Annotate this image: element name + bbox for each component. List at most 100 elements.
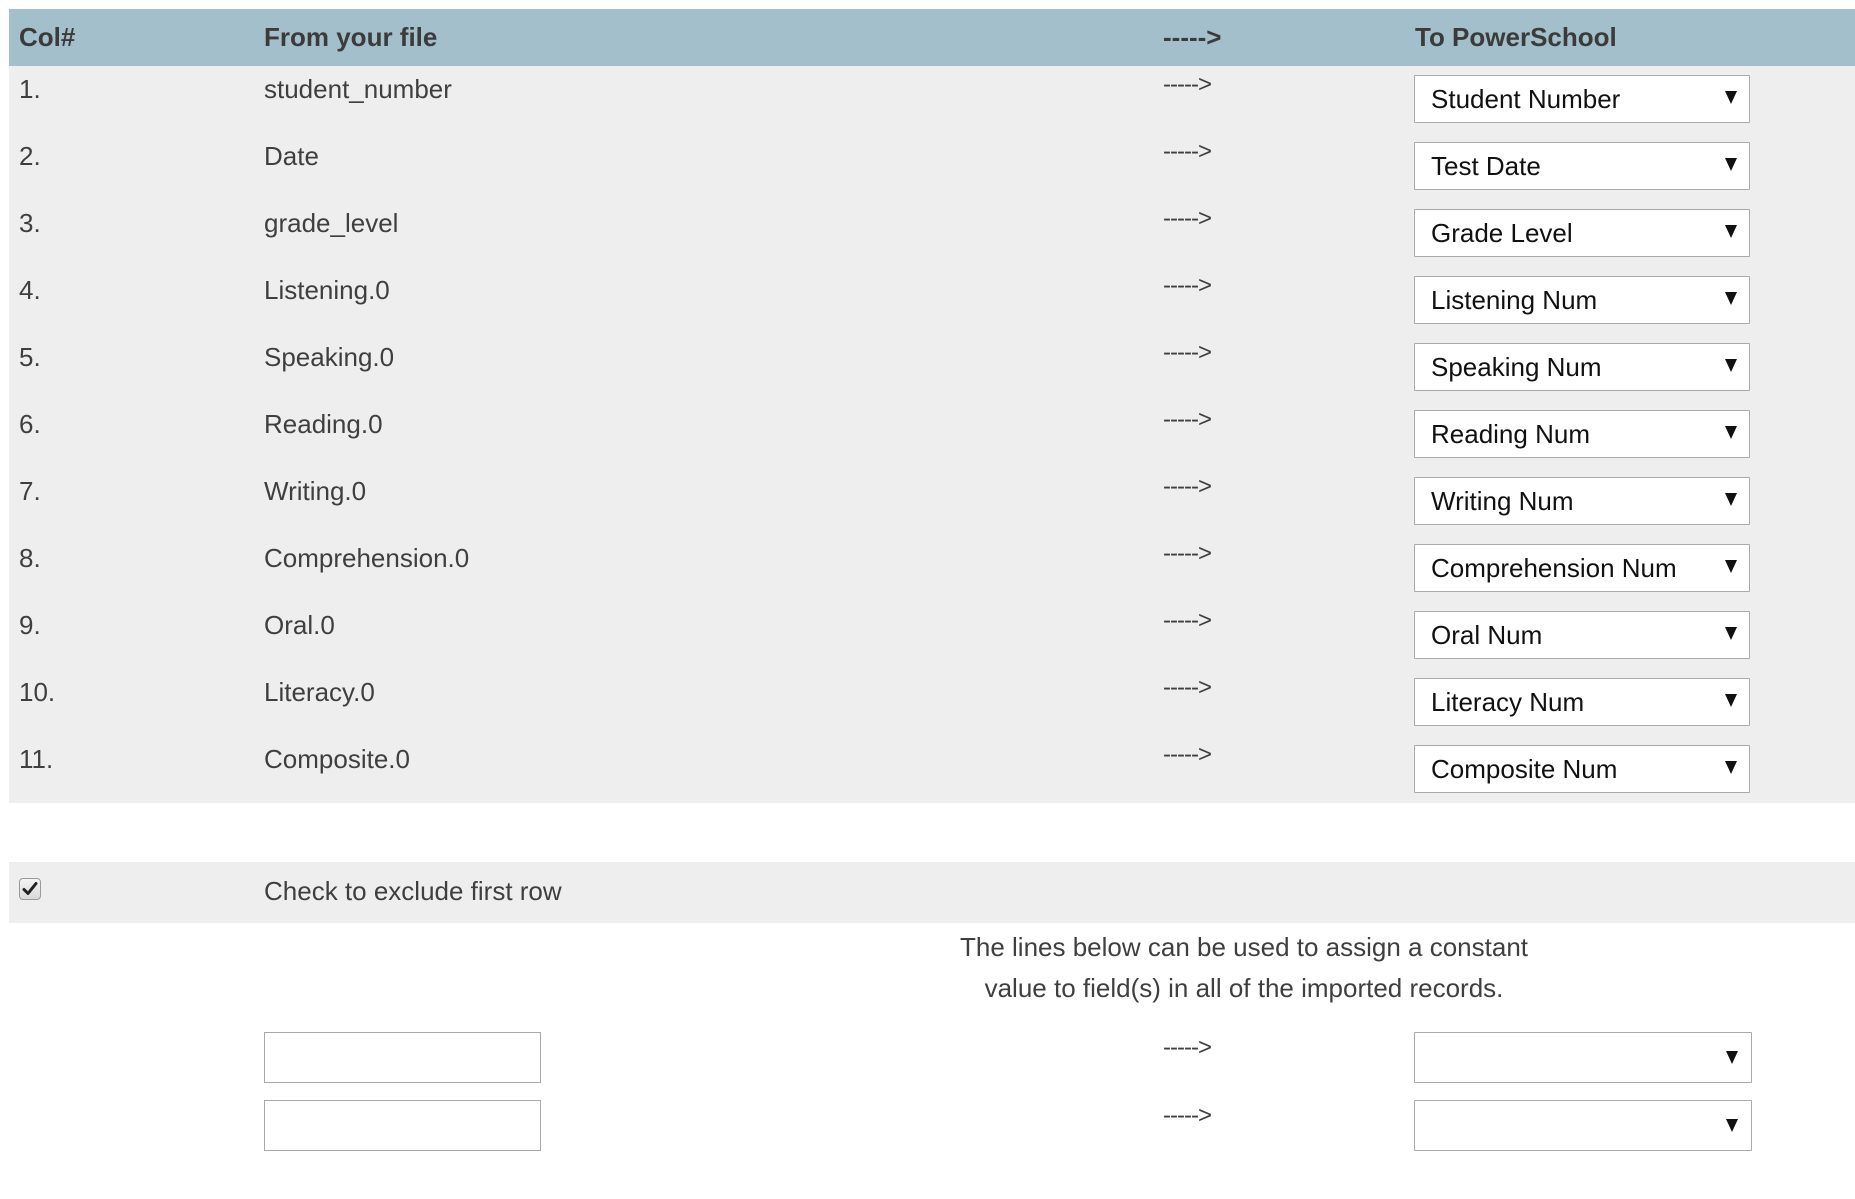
selected-field: Speaking Num [1431,352,1602,382]
constant-value-instructions: The lines below can be used to assign a … [645,923,1855,1009]
mapping-arrow: -----> [1163,741,1212,768]
chevron-down-icon [1726,1051,1738,1064]
source-field-name: Date [264,141,319,171]
chevron-down-icon [1725,627,1737,640]
column-number: 3. [19,208,41,238]
mapping-arrow: -----> [1163,138,1212,165]
source-field-name: Composite.0 [264,744,410,774]
table-row: 5. Speaking.0 -----> Speaking Num [9,334,1855,401]
table-row: 6. Reading.0 -----> Reading Num [9,401,1855,468]
table-header: Col# From your file -----> To PowerSchoo… [9,9,1855,66]
instructions-line-2: value to field(s) in all of the imported… [984,973,1504,1003]
selected-field: Comprehension Num [1431,553,1677,583]
column-number: 2. [19,141,41,171]
mapping-arrow: -----> [1163,674,1212,701]
powerschool-field-select[interactable]: Reading Num [1414,410,1750,458]
mapping-arrow: -----> [1163,1102,1212,1129]
mapping-arrow: -----> [1163,272,1212,299]
source-field-name: grade_level [264,208,399,238]
mapping-arrow: -----> [1163,205,1212,232]
constant-target-field-select[interactable] [1414,1032,1752,1083]
source-field-name: Comprehension.0 [264,543,470,573]
selected-field: Literacy Num [1431,687,1585,717]
powerschool-field-select[interactable]: Writing Num [1414,477,1750,525]
powerschool-field-select[interactable]: Oral Num [1414,611,1750,659]
selected-field: Composite Num [1431,754,1618,784]
mapping-arrow: -----> [1163,1034,1212,1061]
exclude-first-row-label: Check to exclude first row [264,876,562,906]
selected-field: Reading Num [1431,419,1590,449]
header-arrow: -----> [1163,22,1222,52]
column-number: 7. [19,476,41,506]
checkmark-icon [22,882,38,895]
mapping-arrow: -----> [1163,406,1212,433]
chevron-down-icon [1725,560,1737,573]
table-row: 8. Comprehension.0 -----> Comprehension … [9,535,1855,602]
chevron-down-icon [1725,292,1737,305]
powerschool-field-select[interactable]: Grade Level [1414,209,1750,257]
column-number: 4. [19,275,41,305]
selected-field: Student Number [1431,84,1621,114]
table-row: 2. Date -----> Test Date [9,133,1855,200]
exclude-first-row-row: Check to exclude first row [9,862,1855,923]
exclude-first-row-checkbox[interactable] [19,878,41,900]
chevron-down-icon [1725,91,1737,104]
powerschool-field-select[interactable]: Literacy Num [1414,678,1750,726]
table-row: 1. student_number -----> Student Number [9,66,1855,133]
column-number: 1. [19,74,41,104]
powerschool-field-select[interactable]: Speaking Num [1414,343,1750,391]
column-number: 5. [19,342,41,372]
selected-field: Grade Level [1431,218,1573,248]
table-row: 4. Listening.0 -----> Listening Num [9,267,1855,334]
spacer [9,803,1855,862]
source-field-name: student_number [264,74,452,104]
column-number: 6. [19,409,41,439]
table-row: 10. Literacy.0 -----> Literacy Num [9,669,1855,736]
table-row: 7. Writing.0 -----> Writing Num [9,468,1855,535]
chevron-down-icon [1726,1119,1738,1132]
powerschool-field-select[interactable]: Student Number [1414,75,1750,123]
selected-field: Writing Num [1431,486,1574,516]
constant-value-row: -----> [0,1032,1855,1084]
chevron-down-icon [1725,761,1737,774]
header-col-num: Col# [19,22,76,52]
field-mapping-table: Col# From your file -----> To PowerSchoo… [9,9,1855,923]
column-number: 8. [19,543,41,573]
powerschool-field-select[interactable]: Listening Num [1414,276,1750,324]
chevron-down-icon [1725,158,1737,171]
constant-target-field-select[interactable] [1414,1100,1752,1151]
mapping-arrow: -----> [1163,71,1212,98]
chevron-down-icon [1725,426,1737,439]
powerschool-field-select[interactable]: Composite Num [1414,745,1750,793]
column-number: 10. [19,677,56,707]
source-field-name: Writing.0 [264,476,367,506]
constant-value-input[interactable] [264,1100,541,1151]
source-field-name: Literacy.0 [264,677,375,707]
table-row: 11. Composite.0 -----> Composite Num [9,736,1855,803]
column-number: 9. [19,610,41,640]
table-row: 9. Oral.0 -----> Oral Num [9,602,1855,669]
constant-value-row: -----> [0,1100,1855,1152]
source-field-name: Speaking.0 [264,342,395,372]
mapping-arrow: -----> [1163,473,1212,500]
mapping-arrow: -----> [1163,607,1212,634]
source-field-name: Reading.0 [264,409,383,439]
selected-field: Oral Num [1431,620,1543,650]
header-to-powerschool: To PowerSchool [1415,22,1617,52]
selected-field: Listening Num [1431,285,1598,315]
chevron-down-icon [1725,694,1737,707]
instructions-line-1: The lines below can be used to assign a … [959,932,1529,962]
powerschool-field-select[interactable]: Test Date [1414,142,1750,190]
mapping-arrow: -----> [1163,339,1212,366]
chevron-down-icon [1725,493,1737,506]
mapping-arrow: -----> [1163,540,1212,567]
chevron-down-icon [1725,225,1737,238]
header-from-your-file: From your file [264,22,438,52]
table-row: 3. grade_level -----> Grade Level [9,200,1855,267]
selected-field: Test Date [1431,151,1541,181]
table-body: 1. student_number -----> Student Number … [9,66,1855,803]
column-number: 11. [19,744,54,774]
constant-value-input[interactable] [264,1032,541,1083]
chevron-down-icon [1725,359,1737,372]
powerschool-field-select[interactable]: Comprehension Num [1414,544,1750,592]
